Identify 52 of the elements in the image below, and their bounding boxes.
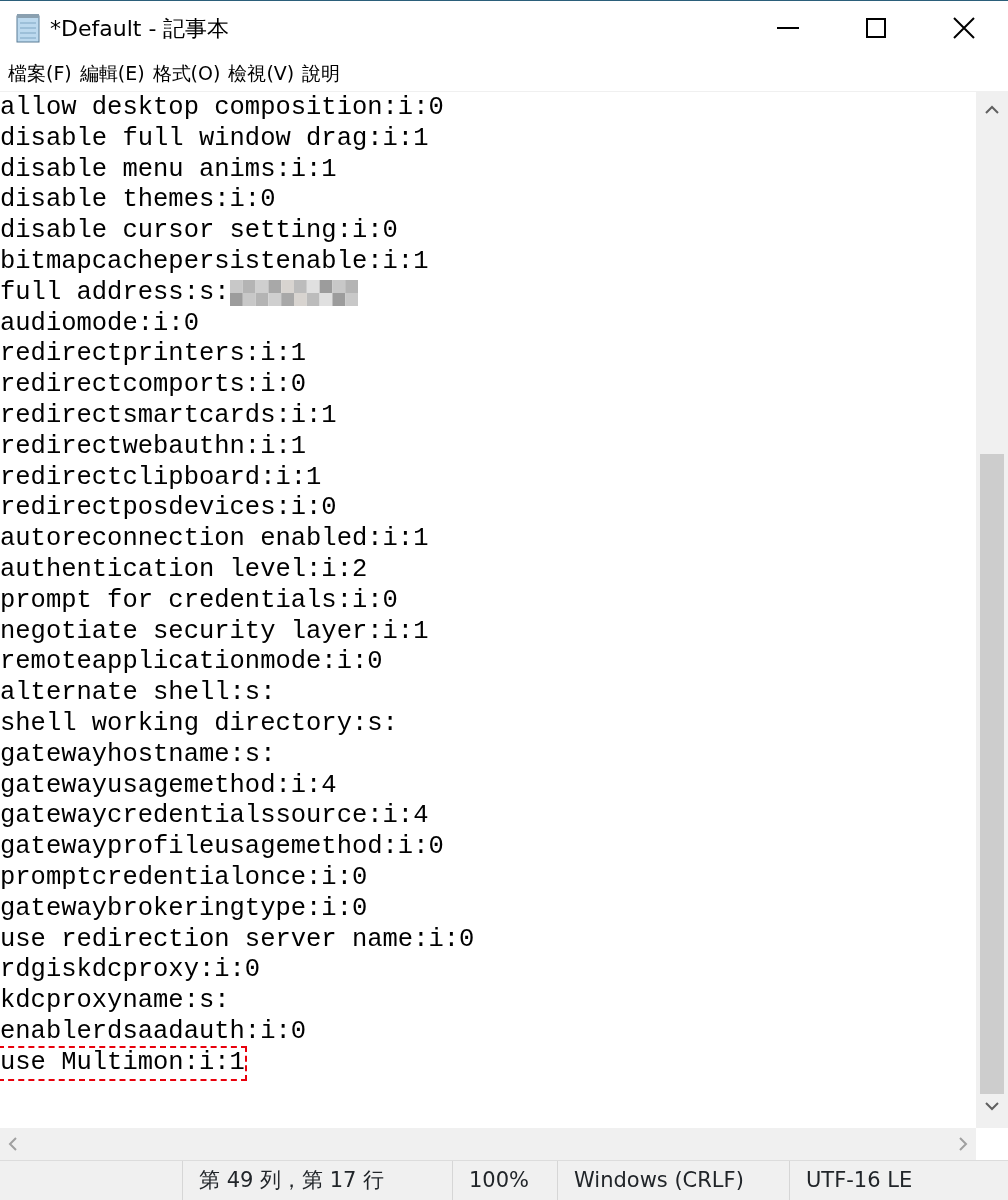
- text-line: full address:s:: [0, 277, 230, 309]
- close-icon: [953, 17, 975, 39]
- text-line: use Multimon:i:1: [0, 1047, 245, 1079]
- text-line: disable themes:i:0: [0, 185, 276, 217]
- text-line: rdgiskdcproxy:i:0: [0, 955, 261, 987]
- text-line: prompt for credentials:i:0: [0, 585, 398, 617]
- text-line: negotiate security layer:i:1: [0, 616, 429, 648]
- text-line: gatewaybrokeringtype:i:0: [0, 893, 368, 925]
- text-line: autoreconnection enabled:i:1: [0, 524, 429, 555]
- text-line: disable menu anims:i:1: [0, 154, 337, 186]
- scroll-down-icon: [985, 1102, 999, 1112]
- menu-item[interactable]: 檢視(V): [224, 58, 299, 88]
- text-line: audiomode:i:0: [0, 308, 199, 340]
- text-line: shell working directory:s:: [0, 708, 398, 740]
- text-line: gatewaycredentialssource:i:4: [0, 801, 429, 833]
- text-line: alternate shell:s:: [0, 678, 276, 709]
- vertical-scrollbar[interactable]: [976, 92, 1008, 1128]
- minimize-icon: [777, 27, 799, 29]
- menu-item[interactable]: 說明: [298, 58, 345, 88]
- horizontal-scrollbar[interactable]: [0, 1128, 976, 1160]
- text-line: authentication level:i:2: [0, 554, 368, 586]
- text-line: enablerdsaadauth:i:0: [0, 1016, 307, 1048]
- text-line: redirectposdevices:i:0: [0, 493, 337, 525]
- text-line: redirectsmartcards:i:1: [0, 400, 337, 432]
- cursor-position: 第 49 列，第 17 行: [199, 1166, 385, 1194]
- text-line: bitmapcachepersistenable:i:1: [0, 247, 429, 278]
- text-line: promptcredentialonce:i:0: [0, 862, 368, 894]
- maximize-icon: [866, 18, 886, 38]
- line-ending: Windows (CRLF): [574, 1166, 744, 1194]
- text-line: redirectprinters:i:1: [0, 339, 307, 371]
- text-line: gatewayusagemethod:i:4: [0, 770, 337, 802]
- menu-item[interactable]: 檔案(F): [4, 58, 76, 88]
- text-line: disable cursor setting:i:0: [0, 216, 398, 247]
- scroll-right-icon: [958, 1137, 968, 1151]
- text-encoding: UTF-16 LE: [806, 1166, 913, 1194]
- text-line: redirectclipboard:i:1: [0, 462, 322, 494]
- zoom-level: 100%: [469, 1166, 530, 1194]
- menu-item[interactable]: 編輯(E): [75, 58, 149, 88]
- scrollbar-thumb[interactable]: [980, 454, 1004, 1094]
- text-line: use redirection server name:i:0: [0, 924, 475, 956]
- text-line: gatewayhostname:s:: [0, 739, 276, 771]
- scroll-up-icon: [985, 104, 999, 114]
- text-line: gatewayprofileusagemethod:i:0: [0, 832, 444, 863]
- scroll-left-icon: [8, 1137, 18, 1151]
- text-line: redirectwebauthn:i:1: [0, 431, 307, 463]
- text-line: kdcproxyname:s:: [0, 986, 230, 1017]
- window-title: *Default - 記事本: [50, 14, 230, 43]
- menu-item[interactable]: 格式(O): [148, 58, 225, 88]
- text-line: allow desktop composition:i:0: [0, 93, 444, 124]
- text-line: redirectcomports:i:0: [0, 370, 307, 401]
- text-line: remoteapplicationmode:i:0: [0, 647, 383, 679]
- text-line: disable full window drag:i:1: [0, 123, 429, 155]
